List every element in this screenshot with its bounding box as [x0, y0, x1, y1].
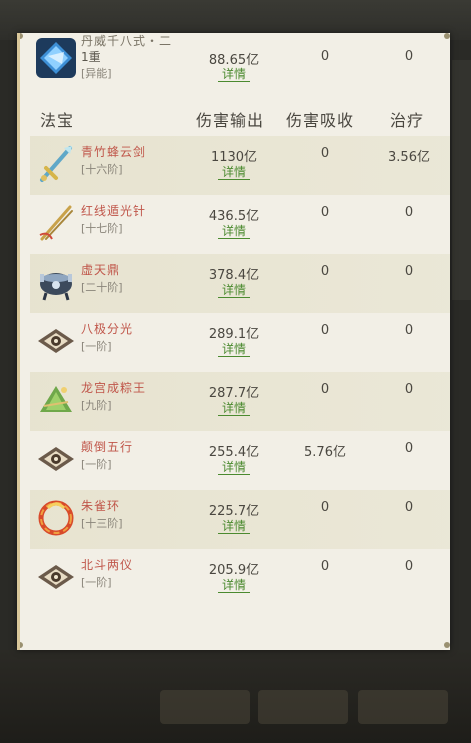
damage-value: 205.9亿 — [208, 563, 260, 578]
damage-value: 225.7亿 — [208, 504, 260, 519]
treasure-tier: [十三阶] — [81, 517, 123, 530]
heal-value: 0 — [404, 49, 414, 64]
damage-value: 1130亿 — [210, 150, 258, 165]
damage-value: 287.7亿 — [208, 386, 260, 401]
heal-value: 0 — [404, 559, 414, 574]
heal-value: 0 — [404, 500, 414, 515]
detail-link[interactable]: 详情 — [218, 401, 250, 416]
detail-link[interactable]: 详情 — [218, 578, 250, 593]
treasure-row: 颠倒五行 [一阶] 255.4亿 详情 5.76亿 0 — [20, 431, 450, 490]
eye-talisman-icon — [34, 319, 78, 363]
needle-icon — [34, 201, 78, 245]
treasure-name: 龙宫成粽王 — [81, 381, 147, 395]
treasure-name: 青竹蜂云剑 — [81, 145, 147, 159]
header-treasure: 法宝 — [40, 111, 75, 130]
detail-link[interactable]: 详情 — [218, 283, 250, 298]
absorb-value: 0 — [320, 49, 330, 64]
skill-name: 丹威千八式・二 — [81, 34, 173, 48]
absorb-value: 0 — [320, 323, 330, 338]
absorb-value: 0 — [320, 500, 330, 515]
damage-value: 255.4亿 — [208, 445, 260, 460]
skill-row: 丹威千八式・二 1重 [异能] 88.65亿 详情 0 0 — [20, 33, 450, 89]
heal-value: 3.56亿 — [388, 150, 430, 165]
absorb-value: 5.76亿 — [304, 445, 346, 460]
absorb-value: 0 — [320, 559, 330, 574]
heal-value: 0 — [404, 382, 414, 397]
treasure-tier: [二十阶] — [81, 281, 123, 294]
header-heal: 治疗 — [390, 111, 425, 130]
header-absorb: 伤害吸收 — [286, 111, 355, 130]
panel-corner-stud — [20, 642, 23, 648]
detail-link[interactable]: 详情 — [218, 224, 250, 239]
bottom-button-right[interactable] — [358, 690, 448, 724]
damage-value: 436.5亿 — [208, 209, 260, 224]
treasure-name: 虚天鼎 — [81, 263, 121, 277]
heal-value: 0 — [404, 205, 414, 220]
treasure-row: 红线遁光针 [十七阶] 436.5亿 详情 0 0 — [20, 195, 450, 254]
absorb-value: 0 — [320, 205, 330, 220]
eye-talisman-icon — [34, 555, 78, 599]
treasure-tier: [九阶] — [81, 399, 112, 412]
treasure-row: 龙宫成粽王 [九阶] 287.7亿 详情 0 0 — [20, 372, 450, 431]
crystal-skill-icon — [34, 36, 78, 80]
skill-tag: [异能] — [81, 67, 112, 80]
treasure-tier: [一阶] — [81, 458, 112, 471]
absorb-value: 0 — [320, 264, 330, 279]
treasure-tier: [一阶] — [81, 576, 112, 589]
skill-level: 1重 — [81, 50, 101, 64]
table-header: 法宝 伤害输出 伤害吸收 治疗 — [20, 103, 450, 133]
treasure-tier: [一阶] — [81, 340, 112, 353]
detail-link[interactable]: 详情 — [218, 342, 250, 357]
treasure-tier: [十六阶] — [81, 163, 123, 176]
detail-link[interactable]: 详情 — [218, 519, 250, 534]
treasure-row: 青竹蜂云剑 [十六阶] 1130亿 详情 0 3.56亿 — [20, 136, 450, 195]
treasure-name: 红线遁光针 — [81, 204, 147, 218]
vermilion-bird-ring-icon — [34, 496, 78, 540]
treasure-name: 北斗两仪 — [81, 558, 134, 572]
damage-value: 289.1亿 — [208, 327, 260, 342]
damage-value: 378.4亿 — [208, 268, 260, 283]
damage-value: 88.65亿 — [208, 53, 260, 68]
panel-corner-stud — [444, 642, 450, 648]
zongzi-icon — [34, 378, 78, 422]
treasure-name: 朱雀环 — [81, 499, 121, 513]
bottom-button-middle[interactable] — [258, 690, 348, 724]
detail-link[interactable]: 详情 — [218, 165, 250, 180]
heal-value: 0 — [404, 264, 414, 279]
detail-link[interactable]: 详情 — [218, 460, 250, 475]
heal-value: 0 — [404, 323, 414, 338]
cauldron-icon — [34, 260, 78, 304]
treasure-row: 八极分光 [一阶] 289.1亿 详情 0 0 — [20, 313, 450, 372]
treasure-name: 八极分光 — [81, 322, 134, 336]
absorb-value: 0 — [320, 146, 330, 161]
heal-value: 0 — [404, 441, 414, 456]
eye-talisman-icon — [34, 437, 78, 481]
treasure-row: 北斗两仪 [一阶] 205.9亿 详情 0 0 — [20, 549, 450, 608]
detail-link[interactable]: 详情 — [218, 67, 250, 82]
treasure-tier: [十七阶] — [81, 222, 123, 235]
treasure-row: 虚天鼎 [二十阶] 378.4亿 详情 0 0 — [20, 254, 450, 313]
treasure-row: 朱雀环 [十三阶] 225.7亿 详情 0 0 — [20, 490, 450, 549]
absorb-value: 0 — [320, 382, 330, 397]
background-side-strip — [452, 60, 471, 300]
treasure-name: 颠倒五行 — [81, 440, 134, 454]
damage-stats-panel[interactable]: 丹威千八式・二 1重 [异能] 88.65亿 详情 0 0 法宝 伤害输出 伤害… — [17, 33, 450, 650]
header-damage: 伤害输出 — [196, 111, 265, 130]
bottom-button-left[interactable] — [160, 690, 250, 724]
sword-icon — [34, 142, 78, 186]
